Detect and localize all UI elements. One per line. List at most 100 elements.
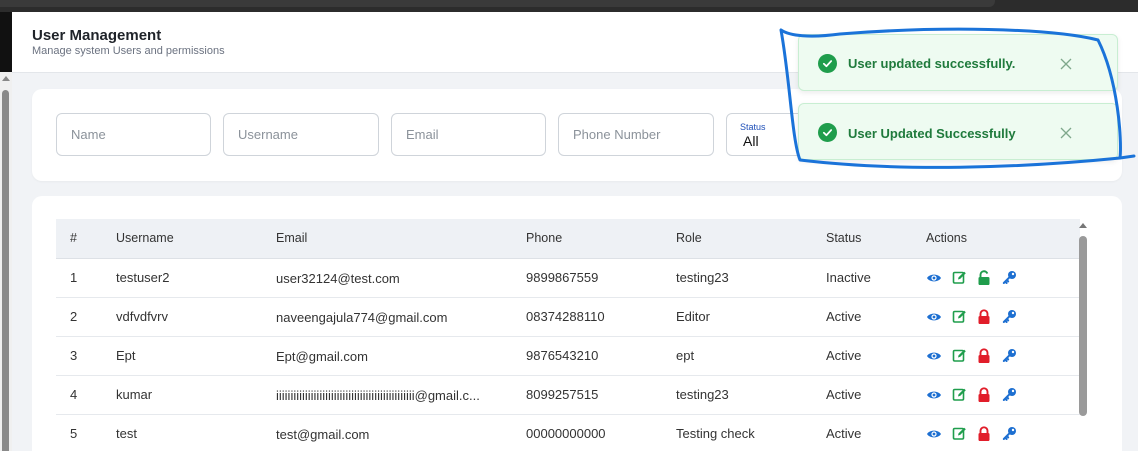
page-scrollbar[interactable] bbox=[0, 72, 12, 451]
cell-number: 1 bbox=[56, 258, 116, 298]
phone-filter-field[interactable] bbox=[558, 113, 714, 156]
eye-icon[interactable] bbox=[926, 348, 942, 364]
table-row: 5 test test@gmail.com 00000000000 Testin… bbox=[56, 414, 1080, 451]
toast-message: User updated successfully. bbox=[848, 56, 1016, 71]
column-header-phone[interactable]: Phone bbox=[526, 219, 676, 259]
cell-email-text: naveengajula774@gmail.com bbox=[276, 309, 448, 325]
cell-actions bbox=[926, 414, 1080, 451]
cell-username: Ept bbox=[116, 336, 276, 376]
users-table: # Username Email Phone Role Status Actio… bbox=[56, 219, 1080, 451]
cell-email-text: Ept@gmail.com bbox=[276, 348, 368, 364]
cell-username: test bbox=[116, 414, 276, 451]
email-filter-input[interactable] bbox=[392, 114, 545, 155]
cell-phone: 8099257515 bbox=[526, 375, 676, 415]
column-header-role[interactable]: Role bbox=[676, 219, 826, 259]
unlock-icon[interactable] bbox=[976, 269, 992, 286]
phone-filter-input[interactable] bbox=[559, 114, 713, 155]
eye-icon[interactable] bbox=[926, 426, 942, 442]
eye-icon[interactable] bbox=[926, 309, 942, 325]
left-dark-strip bbox=[0, 12, 12, 72]
cell-email-text: user32124@test.com bbox=[276, 270, 400, 286]
cell-status: Active bbox=[826, 297, 926, 337]
cell-email: Ept@gmail.com bbox=[276, 336, 526, 376]
cell-status: Inactive bbox=[826, 258, 926, 298]
scroll-up-arrow-icon[interactable] bbox=[2, 76, 10, 81]
toast-notification: User updated successfully. bbox=[798, 34, 1118, 91]
username-filter-input[interactable] bbox=[224, 114, 378, 155]
table-row: 3 Ept Ept@gmail.com 9876543210 ept Activ… bbox=[56, 336, 1080, 376]
column-header-email[interactable]: Email bbox=[276, 219, 526, 259]
username-filter-field[interactable] bbox=[223, 113, 379, 156]
lock-icon[interactable] bbox=[976, 386, 992, 403]
cell-actions bbox=[926, 258, 1080, 298]
cell-username: vdfvdfvrv bbox=[116, 297, 276, 337]
cell-username: testuser2 bbox=[116, 258, 276, 298]
check-circle-icon bbox=[818, 54, 837, 73]
toast-notification: User Updated Successfully bbox=[798, 103, 1118, 160]
status-filter-label: Status bbox=[740, 122, 766, 132]
cell-role: ept bbox=[676, 336, 826, 376]
email-filter-field[interactable] bbox=[391, 113, 546, 156]
cell-phone: 9876543210 bbox=[526, 336, 676, 376]
name-filter-input[interactable] bbox=[57, 114, 210, 155]
key-icon[interactable] bbox=[1001, 270, 1017, 286]
cell-actions bbox=[926, 375, 1080, 415]
cell-email: test@gmail.com bbox=[276, 414, 526, 451]
close-icon[interactable] bbox=[1059, 57, 1073, 71]
cell-number: 2 bbox=[56, 297, 116, 337]
check-circle-icon bbox=[818, 123, 837, 142]
cell-role: Testing check bbox=[676, 414, 826, 451]
lock-icon[interactable] bbox=[976, 425, 992, 442]
cell-email-text: iiiiiiiiiiiiiiiiiiiiiiiiiiiiiiiiiiiiiiii… bbox=[276, 387, 480, 403]
key-icon[interactable] bbox=[1001, 387, 1017, 403]
edit-icon[interactable] bbox=[951, 309, 967, 325]
cell-actions bbox=[926, 336, 1080, 376]
table-row: 1 testuser2 user32124@test.com 989986755… bbox=[56, 258, 1080, 298]
lock-icon[interactable] bbox=[976, 347, 992, 364]
cell-number: 3 bbox=[56, 336, 116, 376]
key-icon[interactable] bbox=[1001, 309, 1017, 325]
cell-email: iiiiiiiiiiiiiiiiiiiiiiiiiiiiiiiiiiiiiiii… bbox=[276, 375, 526, 415]
edit-icon[interactable] bbox=[951, 348, 967, 364]
cell-role: Editor bbox=[676, 297, 826, 337]
cell-phone: 00000000000 bbox=[526, 414, 676, 451]
cell-phone: 9899867559 bbox=[526, 258, 676, 298]
table-scroll-up-arrow-icon[interactable] bbox=[1079, 223, 1087, 228]
page-title: User Management bbox=[32, 27, 162, 44]
browser-top-bar bbox=[0, 0, 1138, 12]
status-filter-value: All bbox=[743, 133, 759, 149]
column-header-username[interactable]: Username bbox=[116, 219, 276, 259]
column-header-number: # bbox=[56, 219, 116, 259]
cell-role: testing23 bbox=[676, 375, 826, 415]
cell-status: Active bbox=[826, 414, 926, 451]
edit-icon[interactable] bbox=[951, 426, 967, 442]
name-filter-field[interactable] bbox=[56, 113, 211, 156]
lock-icon[interactable] bbox=[976, 308, 992, 325]
column-header-status[interactable]: Status bbox=[826, 219, 926, 259]
edit-icon[interactable] bbox=[951, 387, 967, 403]
cell-number: 5 bbox=[56, 414, 116, 451]
page-subtitle: Manage system Users and permissions bbox=[32, 45, 225, 57]
eye-icon[interactable] bbox=[926, 387, 942, 403]
users-table-panel: # Username Email Phone Role Status Actio… bbox=[32, 196, 1122, 451]
cell-role: testing23 bbox=[676, 258, 826, 298]
toast-message: User Updated Successfully bbox=[848, 126, 1016, 141]
table-scroll-thumb[interactable] bbox=[1079, 236, 1087, 416]
browser-top-bar-pill bbox=[0, 0, 995, 7]
table-scrollbar[interactable] bbox=[1078, 221, 1088, 451]
cell-status: Active bbox=[826, 375, 926, 415]
page-scroll-thumb[interactable] bbox=[2, 90, 9, 451]
cell-email: naveengajula774@gmail.com bbox=[276, 297, 526, 337]
cell-number: 4 bbox=[56, 375, 116, 415]
eye-icon[interactable] bbox=[926, 270, 942, 286]
key-icon[interactable] bbox=[1001, 348, 1017, 364]
cell-email: user32124@test.com bbox=[276, 258, 526, 298]
cell-email-text: test@gmail.com bbox=[276, 426, 370, 442]
table-row: 4 kumar iiiiiiiiiiiiiiiiiiiiiiiiiiiiiiii… bbox=[56, 375, 1080, 415]
close-icon[interactable] bbox=[1059, 126, 1073, 140]
key-icon[interactable] bbox=[1001, 426, 1017, 442]
cell-username: kumar bbox=[116, 375, 276, 415]
table-header-row: # Username Email Phone Role Status Actio… bbox=[56, 219, 1080, 259]
edit-icon[interactable] bbox=[951, 270, 967, 286]
column-header-actions: Actions bbox=[926, 219, 1080, 259]
